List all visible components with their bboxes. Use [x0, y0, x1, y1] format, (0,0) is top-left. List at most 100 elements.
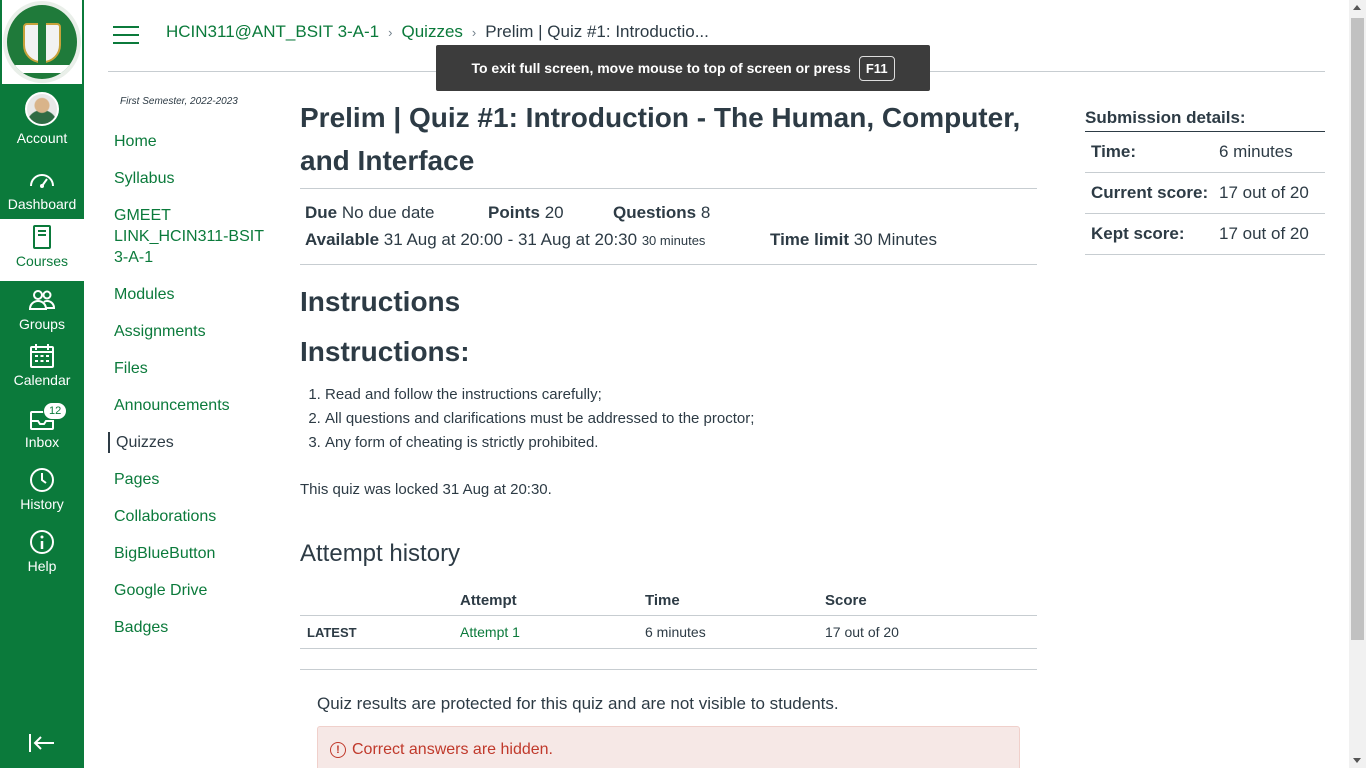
points-label: Points [488, 203, 540, 222]
column-header: Attempt [460, 586, 645, 616]
page-scrollbar[interactable] [1349, 0, 1366, 768]
nav-account-label: Account [16, 130, 68, 146]
instructions-list: Read and follow the instructions careful… [300, 383, 1037, 455]
chevron-right-icon: › [471, 24, 477, 40]
due-label: Due [305, 203, 338, 222]
column-header: Time [645, 586, 825, 616]
kept-score-value: 17 out of 20 [1219, 224, 1309, 243]
fullscreen-toast-text: To exit full screen, move mouse to top o… [471, 60, 851, 76]
nav-dashboard-label: Dashboard [7, 196, 77, 212]
avatar [25, 92, 59, 126]
course-nav-quizzes[interactable]: Quizzes [108, 432, 278, 453]
due-value: No due date [341, 203, 435, 222]
course-nav-modules[interactable]: Modules [108, 284, 278, 305]
correct-answers-hidden-text: Correct answers are hidden. [352, 741, 553, 758]
points-value: 20 [544, 203, 564, 222]
questions-value: 8 [700, 203, 711, 222]
attempt-link[interactable]: Attempt 1 [460, 624, 520, 640]
nav-courses[interactable]: Courses [0, 219, 84, 281]
course-nav-collaborations[interactable]: Collaborations [108, 506, 278, 527]
attempt-history-table: Attempt Time Score LATEST Attempt 1 6 mi… [300, 586, 1037, 649]
f11-key: F11 [858, 55, 895, 81]
submission-time-row: Time: 6 minutes [1085, 132, 1325, 173]
institution-logo[interactable] [2, 0, 82, 84]
results-protected-text: Quiz results are protected for this quiz… [317, 694, 839, 713]
attempt-time: 6 minutes [645, 615, 825, 649]
nav-groups[interactable]: Groups [0, 286, 84, 332]
locked-notice: This quiz was locked 31 Aug at 20:30. [300, 481, 552, 498]
correct-answers-hidden-alert: ! Correct answers are hidden. [317, 726, 1020, 768]
results-protected-section: Quiz results are protected for this quiz… [300, 669, 1037, 768]
course-nav-google-drive[interactable]: Google Drive [108, 580, 278, 601]
nav-inbox[interactable]: 12 Inbox [0, 402, 84, 450]
course-menu-toggle[interactable] [113, 26, 139, 46]
submission-time-value: 6 minutes [1219, 142, 1293, 161]
nav-calendar[interactable]: Calendar [0, 342, 84, 388]
breadcrumb-course[interactable]: HCIN311@ANT_BSIT 3-A-1 [166, 22, 379, 42]
quiz-main: Prelim | Quiz #1: Introduction - The Hum… [300, 96, 1037, 768]
available-duration: 30 minutes [641, 233, 706, 248]
clock-icon [30, 468, 54, 492]
course-nav-announcements[interactable]: Announcements [108, 395, 278, 416]
course-nav-syllabus[interactable]: Syllabus [108, 168, 278, 189]
submission-kept-score-row: Kept score: 17 out of 20 [1085, 214, 1325, 255]
scrollbar-thumb[interactable] [1351, 18, 1364, 640]
list-item: Any form of cheating is strictly prohibi… [325, 431, 1037, 455]
nav-inbox-label: Inbox [24, 434, 60, 450]
nav-help[interactable]: Help [0, 528, 84, 574]
course-nav-files[interactable]: Files [108, 358, 278, 379]
breadcrumb-current: Prelim | Quiz #1: Introductio... [485, 22, 709, 41]
nav-history[interactable]: History [0, 466, 84, 512]
groups-icon [28, 290, 56, 310]
nav-calendar-label: Calendar [13, 372, 71, 388]
breadcrumb: HCIN311@ANT_BSIT 3-A-1 › Quizzes › Preli… [166, 22, 709, 42]
course-nav-pages[interactable]: Pages [108, 469, 278, 490]
course-nav-home[interactable]: Home [108, 131, 278, 152]
book-icon [33, 225, 51, 249]
breadcrumb-quizzes[interactable]: Quizzes [401, 22, 462, 42]
nav-account[interactable]: Account [0, 92, 84, 146]
submission-details: Submission details: Time: 6 minutes Curr… [1085, 108, 1325, 255]
available-value: 31 Aug at 20:00 - 31 Aug at 20:30 [383, 230, 638, 249]
course-term: First Semester, 2022-2023 [120, 96, 238, 107]
table-row: LATEST Attempt 1 6 minutes 17 out of 20 [300, 615, 1037, 649]
list-item: Read and follow the instructions careful… [325, 383, 1037, 407]
nav-groups-label: Groups [19, 316, 65, 332]
current-score-value: 17 out of 20 [1219, 183, 1309, 202]
table-header-row: Attempt Time Score [300, 586, 1037, 616]
course-nav-assignments[interactable]: Assignments [108, 321, 278, 342]
inbox-unread-badge: 12 [43, 402, 68, 420]
scroll-down-arrow-icon[interactable] [1353, 758, 1361, 763]
calendar-icon [30, 344, 54, 368]
submission-heading: Submission details: [1085, 108, 1325, 132]
list-item: All questions and clarifications must be… [325, 407, 1037, 431]
seal-icon [3, 1, 81, 83]
global-nav: Account Dashboard Courses Groups Calenda… [0, 0, 84, 768]
nav-dashboard[interactable]: Dashboard [0, 166, 84, 212]
course-nav-bigbluebutton[interactable]: BigBlueButton [108, 543, 278, 564]
questions-label: Questions [613, 203, 697, 222]
page-title: Prelim | Quiz #1: Introduction - The Hum… [300, 102, 1021, 176]
latest-label: LATEST [300, 615, 460, 649]
instructions-subheading: Instructions: [300, 336, 470, 367]
available-label: Available [305, 230, 380, 249]
nav-history-label: History [20, 496, 64, 512]
divider [300, 264, 1037, 265]
help-icon [30, 530, 54, 554]
column-header: Score [825, 586, 1037, 616]
column-header [300, 586, 460, 616]
course-nav-badges[interactable]: Badges [108, 617, 278, 638]
quiz-meta: Due No due date Points 20 Questions 8 Av… [300, 189, 1037, 264]
attempt-history-heading: Attempt history [300, 540, 461, 567]
nav-courses-label: Courses [15, 253, 69, 269]
fullscreen-toast: To exit full screen, move mouse to top o… [436, 45, 930, 91]
course-nav-gmeet-link[interactable]: GMEET LINK_HCIN311-BSIT 3-A-1 [108, 205, 278, 268]
submission-current-score-row: Current score: 17 out of 20 [1085, 173, 1325, 214]
dashboard-icon [30, 174, 54, 188]
warning-icon: ! [330, 742, 346, 758]
scroll-up-arrow-icon[interactable] [1353, 5, 1361, 10]
nav-help-label: Help [27, 558, 57, 574]
collapse-nav-icon[interactable] [28, 732, 56, 754]
current-score-label: Current score: [1091, 183, 1209, 202]
submission-time-label: Time: [1091, 142, 1137, 161]
